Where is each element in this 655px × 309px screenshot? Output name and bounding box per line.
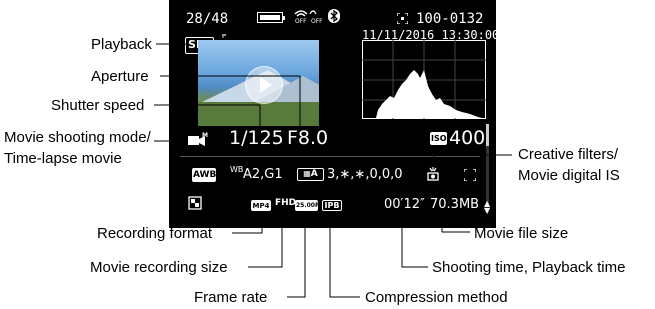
label-compression-method: Compression method bbox=[365, 289, 508, 306]
label-movie-file-size: Movie file size bbox=[474, 225, 569, 242]
leader-compression bbox=[329, 214, 360, 298]
leader-shooting-time bbox=[401, 214, 428, 268]
label-recording-format: Recording format bbox=[97, 225, 213, 242]
leader-frame-rate bbox=[287, 214, 306, 298]
label-movie-recording-size: Movie recording size bbox=[90, 259, 228, 276]
leader-recording-size bbox=[248, 214, 283, 268]
label-aperture: Aperture bbox=[91, 68, 149, 85]
label-shooting-time: Shooting time, Playback time bbox=[432, 259, 626, 276]
label-shutter-speed: Shutter speed bbox=[51, 97, 145, 114]
label-creative-line1: Creative filters/ bbox=[518, 146, 619, 163]
label-creative-line2: Movie digital IS bbox=[518, 167, 620, 184]
label-movie-mode-line2: Time-lapse movie bbox=[4, 150, 122, 167]
label-movie-mode-line1: Movie shooting mode/ bbox=[4, 129, 151, 146]
label-playback: Playback bbox=[91, 36, 152, 53]
label-frame-rate: Frame rate bbox=[194, 289, 268, 306]
diagram-stage: 28/48 OFF OFF 100-0132 SET ' bbox=[0, 0, 655, 309]
leader-creative bbox=[433, 154, 512, 166]
leader-recording-format bbox=[232, 214, 263, 234]
